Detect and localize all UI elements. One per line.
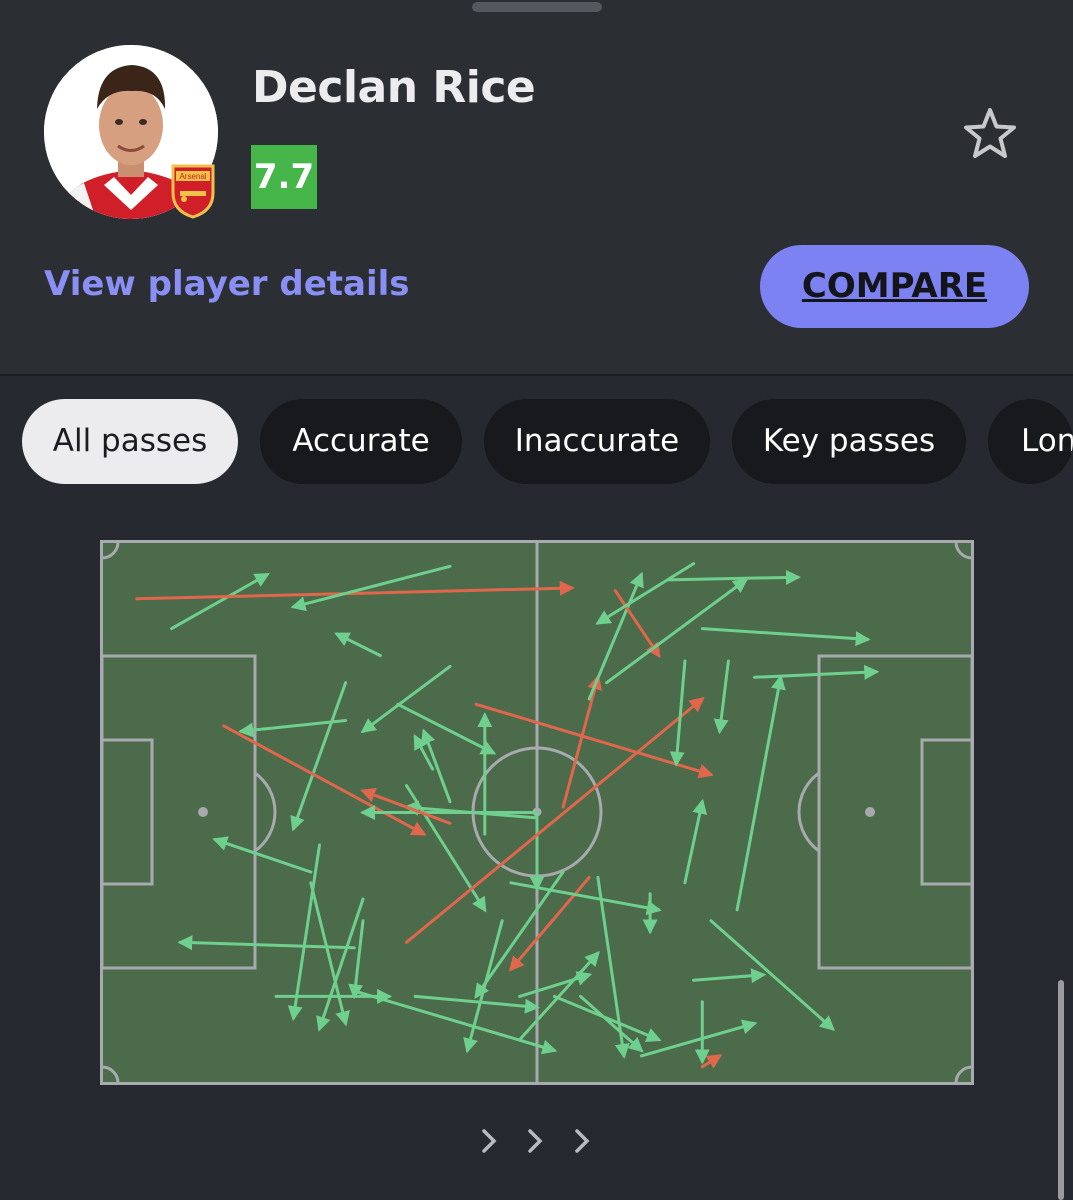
arsenal-badge-icon: Arsenal	[171, 164, 215, 219]
filter-chip-inaccurate[interactable]: Inaccurate	[484, 399, 710, 484]
pass-map	[100, 540, 974, 1085]
compare-button[interactable]: COMPARE	[760, 245, 1029, 328]
favorite-star-icon[interactable]	[960, 104, 1020, 164]
filter-chip-accurate[interactable]: Accurate	[260, 399, 462, 484]
player-name: Declan Rice	[252, 62, 536, 113]
chevron-right-icon	[482, 1129, 497, 1153]
player-rating-badge: 7.7	[251, 145, 317, 209]
chevron-right-icon	[528, 1129, 543, 1153]
filter-chip-long-passes[interactable]: Lon	[988, 399, 1073, 484]
svg-text:Arsenal: Arsenal	[179, 172, 206, 181]
sheet-drag-handle[interactable]	[472, 2, 602, 12]
carousel-chevrons[interactable]	[478, 1125, 596, 1157]
scrollbar[interactable]	[1058, 980, 1064, 1200]
view-player-details-link[interactable]: View player details	[44, 264, 410, 304]
chevron-right-icon	[575, 1129, 590, 1153]
filter-chip-all-passes[interactable]: All passes	[22, 399, 238, 484]
filter-chip-key-passes[interactable]: Key passes	[732, 399, 966, 484]
